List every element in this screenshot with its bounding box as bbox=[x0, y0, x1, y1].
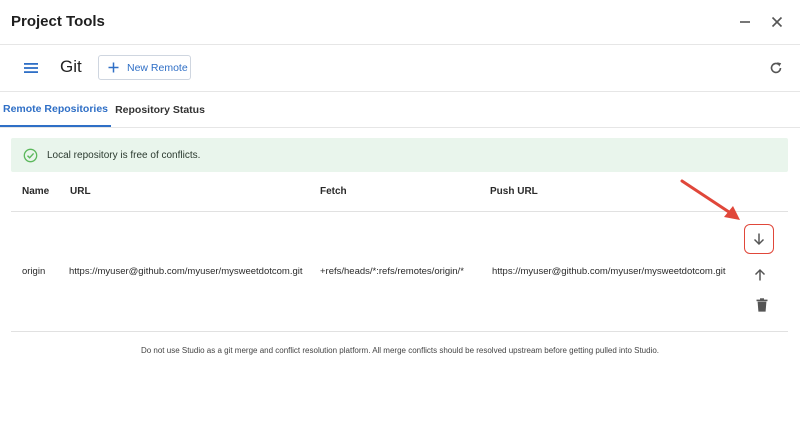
trash-icon bbox=[756, 298, 768, 312]
project-tools-dialog: Project Tools Git New Remote Remote Repo… bbox=[0, 0, 800, 431]
annotation-arrow bbox=[680, 179, 740, 220]
minimize-button[interactable] bbox=[735, 12, 755, 32]
remote-name-cell: origin bbox=[22, 266, 46, 277]
column-header-fetch: Fetch bbox=[320, 186, 347, 197]
delete-remote-button[interactable] bbox=[747, 290, 777, 320]
menu-button[interactable] bbox=[20, 58, 42, 78]
column-header-push-url: Push URL bbox=[490, 186, 538, 197]
new-remote-label: New Remote bbox=[127, 61, 188, 74]
plus-icon bbox=[108, 62, 119, 73]
tab-bar: Remote Repositories Repository Status bbox=[0, 92, 800, 128]
close-icon bbox=[771, 16, 783, 28]
column-header-url: URL bbox=[70, 186, 91, 197]
hamburger-menu-icon bbox=[24, 63, 38, 73]
remote-fetch-cell: +refs/heads/*:refs/remotes/origin/* bbox=[320, 266, 464, 277]
check-circle-icon bbox=[22, 147, 38, 163]
pull-button[interactable] bbox=[744, 224, 774, 254]
minimize-icon bbox=[740, 21, 750, 23]
toolbar: Git New Remote bbox=[0, 45, 800, 92]
arrow-down-icon bbox=[753, 233, 765, 246]
close-button[interactable] bbox=[767, 12, 787, 32]
app-name: Git bbox=[60, 57, 82, 76]
remotes-table-header: Name URL Fetch Push URL bbox=[11, 173, 788, 212]
conflict-status-alert: Local repository is free of conflicts. bbox=[11, 138, 788, 172]
table-row: origin https://myuser@github.com/myuser/… bbox=[11, 212, 788, 332]
tab-repository-status[interactable]: Repository Status bbox=[111, 92, 209, 127]
arrow-up-icon bbox=[754, 268, 766, 281]
dialog-title: Project Tools bbox=[11, 13, 105, 30]
push-button[interactable] bbox=[745, 260, 775, 290]
column-header-name: Name bbox=[22, 186, 50, 197]
tab-remote-repositories[interactable]: Remote Repositories bbox=[0, 92, 111, 127]
new-remote-button[interactable]: New Remote bbox=[98, 55, 191, 80]
footer-disclaimer: Do not use Studio as a git merge and con… bbox=[140, 346, 660, 355]
refresh-icon bbox=[770, 62, 782, 74]
title-bar: Project Tools bbox=[0, 0, 800, 45]
remote-url-cell: https://myuser@github.com/myuser/mysweet… bbox=[69, 266, 303, 277]
alert-message: Local repository is free of conflicts. bbox=[47, 149, 201, 161]
refresh-button[interactable] bbox=[767, 59, 785, 77]
remote-push-url-cell: https://myuser@github.com/myuser/mysweet… bbox=[492, 266, 726, 277]
